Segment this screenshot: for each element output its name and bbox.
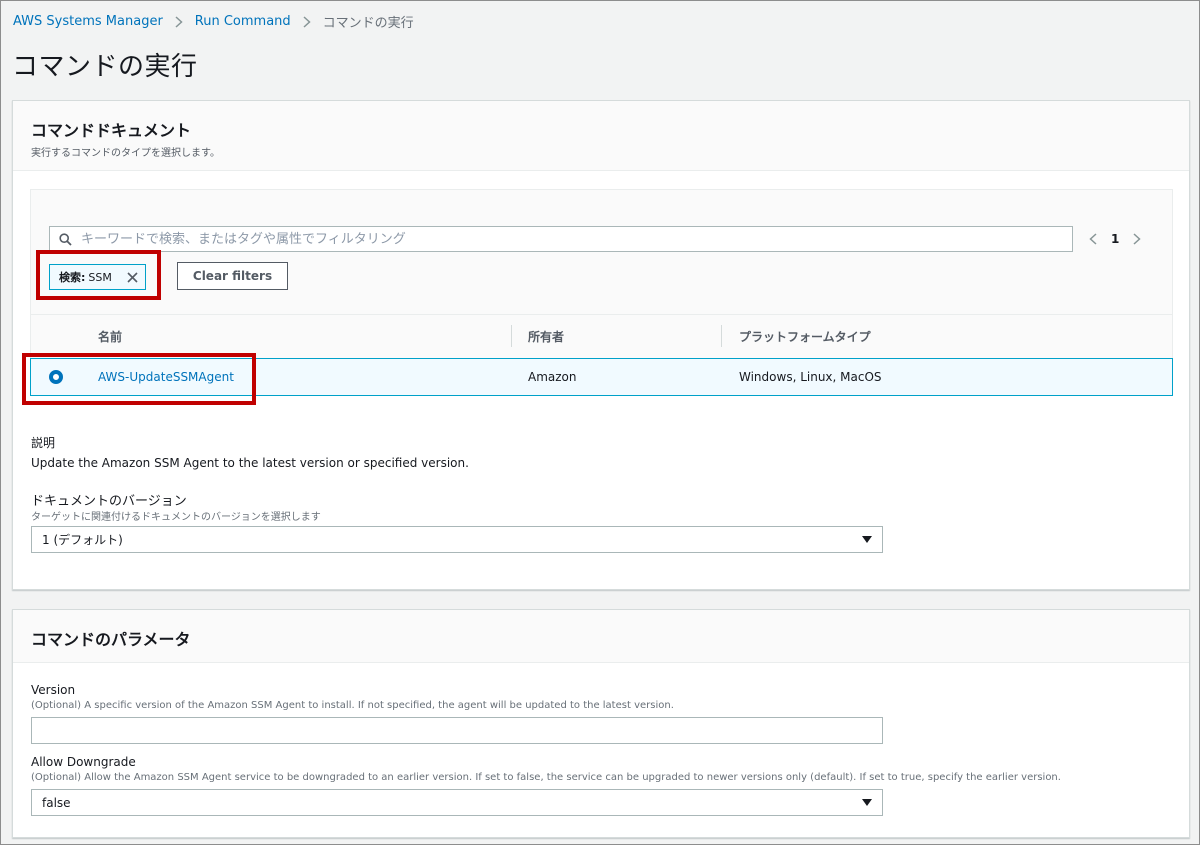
- breadcrumb: AWS Systems Manager Run Command コマンドの実行: [13, 12, 414, 31]
- document-owner: Amazon: [528, 370, 577, 384]
- allow-downgrade-description: (Optional) Allow the Amazon SSM Agent se…: [31, 772, 1061, 783]
- table-header: 名前 所有者 プラットフォームタイプ: [31, 314, 1172, 357]
- column-divider: [511, 325, 512, 347]
- allow-downgrade-select[interactable]: false: [31, 789, 883, 816]
- version-param-input[interactable]: [31, 717, 883, 744]
- annotation-highlight-document: [22, 353, 256, 405]
- caret-down-icon: [862, 536, 872, 544]
- search-icon: [59, 232, 72, 246]
- clear-filters-button[interactable]: Clear filters: [177, 262, 288, 290]
- panel-description: 実行するコマンドのタイプを選択します。: [31, 148, 220, 159]
- column-divider: [721, 325, 722, 347]
- breadcrumb-run-command[interactable]: Run Command: [195, 14, 291, 29]
- document-platform: Windows, Linux, MacOS: [739, 370, 882, 384]
- breadcrumb-systems-manager[interactable]: AWS Systems Manager: [13, 14, 163, 29]
- caret-down-icon: [862, 799, 872, 807]
- pagination: 1: [1089, 226, 1141, 252]
- command-parameters-panel: コマンドのパラメータ Version (Optional) A specific…: [12, 609, 1190, 838]
- explanation-text: Update the Amazon SSM Agent to the lates…: [31, 456, 469, 470]
- search-input[interactable]: [79, 230, 1072, 248]
- document-version-description: ターゲットに関連付けるドキュメントのバージョンを選択します: [31, 512, 321, 523]
- allow-downgrade-label: Allow Downgrade: [31, 755, 136, 769]
- version-param-description: (Optional) A specific version of the Ama…: [31, 700, 674, 711]
- version-param-label: Version: [31, 683, 76, 697]
- annotation-highlight-filter: [36, 250, 161, 300]
- explanation-label: 説明: [31, 436, 56, 450]
- column-header-name[interactable]: 名前: [98, 315, 122, 357]
- page-title: コマンドの実行: [12, 52, 198, 82]
- breadcrumb-current: コマンドの実行: [322, 16, 414, 31]
- search-box[interactable]: [49, 226, 1073, 252]
- chevron-right-icon: [303, 15, 311, 28]
- panel-header: コマンドドキュメント 実行するコマンドのタイプを選択します。: [13, 101, 1189, 171]
- document-version-select[interactable]: 1 (デフォルト): [31, 526, 883, 553]
- chevron-right-icon[interactable]: [1133, 233, 1141, 245]
- chevron-right-icon: [175, 15, 183, 28]
- chevron-left-icon[interactable]: [1089, 233, 1097, 245]
- current-page[interactable]: 1: [1111, 232, 1119, 246]
- command-document-panel: コマンドドキュメント 実行するコマンドのタイプを選択します。 1 検索: SSM: [12, 100, 1190, 590]
- column-header-platform[interactable]: プラットフォームタイプ: [739, 315, 871, 357]
- panel-title: コマンドドキュメント: [31, 121, 192, 140]
- column-header-owner[interactable]: 所有者: [528, 315, 564, 357]
- document-version-value: 1 (デフォルト): [42, 533, 123, 547]
- document-version-label: ドキュメントのバージョン: [31, 494, 187, 509]
- panel-title: コマンドのパラメータ: [31, 630, 191, 649]
- panel-header: コマンドのパラメータ: [13, 610, 1189, 663]
- allow-downgrade-value: false: [42, 795, 71, 810]
